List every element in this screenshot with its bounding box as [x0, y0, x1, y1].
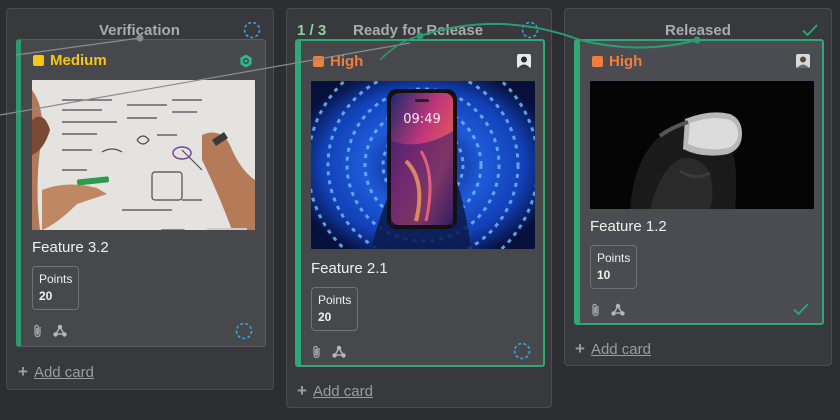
paperclip-icon[interactable]	[590, 303, 602, 317]
priority-label: High	[313, 53, 363, 70]
priority-square-icon	[313, 56, 324, 67]
card-image-whiteboard	[32, 80, 255, 230]
add-card-button[interactable]: + Add card	[575, 339, 651, 359]
points-label: Points	[597, 251, 631, 265]
checkmark-icon	[793, 303, 809, 316]
add-card-button[interactable]: + Add card	[297, 381, 373, 401]
points-label: Points	[39, 272, 73, 286]
column-released: Released High Feature 1.2 Points 10 + Ad…	[564, 8, 832, 366]
loading-circle-icon	[243, 21, 261, 39]
card-title: Feature 2.1	[311, 260, 388, 277]
points-label: Points	[318, 293, 352, 307]
column-count: 1 / 3	[297, 22, 327, 39]
card-title: Feature 1.2	[590, 218, 667, 235]
plus-icon: +	[575, 339, 585, 358]
priority-label: Medium	[33, 52, 107, 69]
priority-text: High	[609, 53, 643, 70]
column-title: Released	[665, 22, 731, 39]
priority-text: Medium	[50, 52, 107, 69]
checkmark-icon	[802, 24, 818, 37]
card-image-vr-headset	[590, 81, 814, 209]
share-nodes-icon[interactable]	[331, 345, 347, 359]
avatar[interactable]	[517, 54, 531, 68]
avatar[interactable]	[796, 54, 810, 68]
priority-text: High	[330, 53, 364, 70]
priority-square-icon	[33, 55, 44, 66]
column-ready-for-release: 1 / 3 Ready for Release High 09:49 Featu…	[286, 8, 552, 408]
phone-clock: 09:49	[403, 112, 440, 127]
column-title: Ready for Release	[353, 22, 484, 39]
share-nodes-icon[interactable]	[52, 324, 68, 338]
priority-square-icon	[592, 56, 603, 67]
card-feature-3-2[interactable]: Medium Feature 3.2 Points 20	[16, 39, 266, 347]
points-box: Points 20	[311, 287, 359, 331]
loading-circle-icon	[521, 21, 539, 39]
plus-icon: +	[18, 362, 28, 381]
points-value: 10	[597, 268, 611, 282]
paperclip-icon[interactable]	[311, 345, 323, 359]
add-card-button[interactable]: + Add card	[18, 362, 94, 382]
gear-icon[interactable]	[239, 54, 253, 68]
column-verification: Verification Medium Feature 3.2 Points 2…	[6, 8, 274, 390]
points-value: 20	[39, 289, 53, 303]
points-box: Points 20	[32, 266, 80, 310]
card-feature-2-1[interactable]: High 09:49 Feature 2.1 Points 20	[295, 39, 545, 367]
column-title: Verification	[99, 22, 180, 39]
loading-circle-icon	[513, 342, 531, 360]
loading-circle-icon	[235, 322, 253, 340]
share-nodes-icon[interactable]	[610, 303, 626, 317]
card-feature-1-2[interactable]: High Feature 1.2 Points 10	[574, 39, 824, 325]
plus-icon: +	[297, 381, 307, 400]
points-value: 20	[318, 310, 332, 324]
card-image-phone: 09:49	[311, 81, 535, 249]
points-box: Points 10	[590, 245, 638, 289]
priority-label: High	[592, 53, 642, 70]
paperclip-icon[interactable]	[32, 324, 44, 338]
card-title: Feature 3.2	[32, 239, 109, 256]
